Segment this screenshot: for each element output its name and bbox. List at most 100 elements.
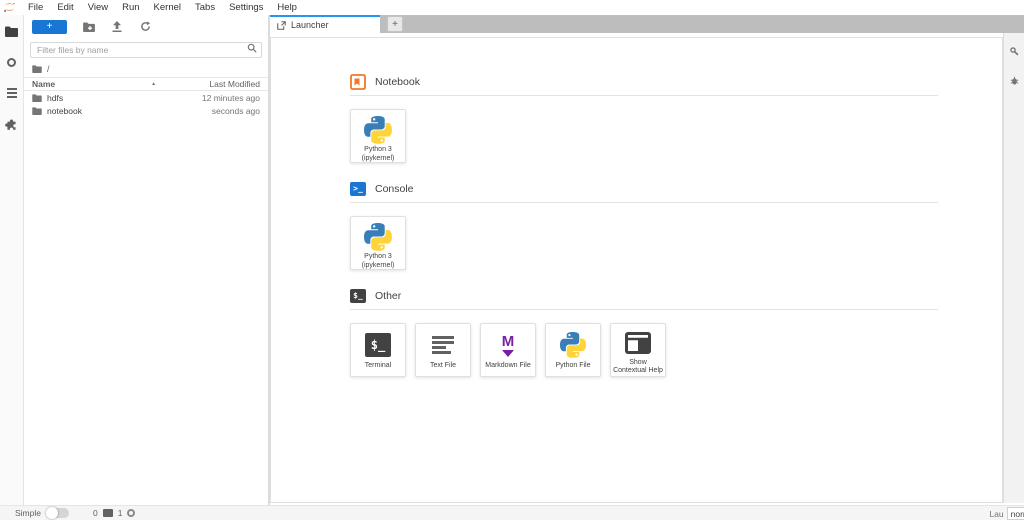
file-name: hdfs — [47, 93, 63, 103]
launcher-card-markdown-file[interactable]: M Markdown File — [480, 323, 536, 377]
card-label: Python 3 (ipykernel) — [351, 146, 405, 164]
filter-files-input[interactable] — [30, 42, 262, 58]
python-icon — [364, 116, 392, 144]
filter-files-container — [30, 40, 262, 58]
new-tab-button[interactable]: + — [387, 16, 403, 32]
launcher-card-console-python3[interactable]: Python 3 (ipykernel) — [350, 216, 406, 270]
main-dock-panel: Launcher + — [268, 15, 1024, 505]
file-name: notebook — [47, 106, 82, 116]
breadcrumb: / — [24, 60, 268, 77]
card-label: Terminal — [363, 362, 393, 371]
toc-icon — [7, 88, 17, 97]
status-bar-right: Lau norm — [989, 506, 1024, 520]
menu-bar: File Edit View Run Kernel Tabs Settings … — [0, 0, 1024, 15]
property-inspector-icon[interactable] — [1010, 47, 1019, 56]
sort-ascending-icon: ▲ — [151, 81, 156, 87]
launcher-icon — [277, 21, 286, 30]
file-browser-tab[interactable] — [5, 24, 19, 38]
terminals-count: 0 — [93, 508, 98, 518]
section-title: Notebook — [375, 76, 420, 88]
new-launcher-button[interactable]: + — [32, 20, 67, 34]
file-list-header: Name ▲ Last Modified — [24, 77, 268, 91]
folder-icon — [32, 107, 42, 115]
column-header-last-modified[interactable]: Last Modified — [209, 79, 260, 89]
kernel-status-icon — [127, 509, 135, 517]
folder-icon — [32, 94, 42, 102]
text-file-icon — [432, 336, 454, 354]
menu-help[interactable]: Help — [270, 0, 304, 15]
contextual-help-icon — [625, 332, 651, 354]
status-bar: Simple 0 1 Lau norm — [0, 505, 1024, 520]
menu-view[interactable]: View — [81, 0, 115, 15]
extension-manager-tab[interactable] — [5, 117, 19, 131]
simple-mode-toggle[interactable] — [47, 508, 69, 518]
breadcrumb-root[interactable]: / — [47, 64, 50, 74]
notebook-icon — [350, 74, 366, 90]
puzzle-icon — [5, 118, 18, 131]
card-label: Python 3 (ipykernel) — [351, 253, 405, 271]
launcher-panel: Notebook Python 3 (ipykernel) — [270, 37, 1003, 503]
launcher-section-notebook: Notebook Python 3 (ipykernel) — [350, 73, 938, 163]
upload-icon — [112, 21, 122, 32]
launcher-card-terminal[interactable]: $_ Terminal — [350, 323, 406, 377]
file-browser-toolbar: + — [24, 15, 268, 38]
column-header-name[interactable]: Name — [32, 79, 55, 89]
terminal-icon: $_ — [350, 289, 366, 303]
refresh-button[interactable] — [139, 21, 151, 33]
file-modified: seconds ago — [212, 106, 260, 116]
file-browser-panel: + — [24, 15, 268, 505]
menu-file[interactable]: File — [21, 0, 50, 15]
python-icon — [364, 223, 392, 251]
dock-tab-bar: Launcher + — [270, 15, 1024, 33]
launcher-section-other: $_ Other $_ Terminal — [350, 287, 938, 377]
card-label: Text File — [428, 362, 458, 371]
menu-settings[interactable]: Settings — [222, 0, 270, 15]
launcher-card-show-contextual-help[interactable]: Show Contextual Help — [610, 323, 666, 377]
section-divider — [350, 95, 938, 96]
card-label: Markdown File — [483, 362, 533, 371]
terminal-status-icon — [103, 509, 113, 517]
launcher-section-console: >_ Console Python 3 (ipykernel) — [350, 180, 938, 270]
status-right-text: Lau — [989, 509, 1003, 519]
launcher-card-python-file[interactable]: Python File — [545, 323, 601, 377]
card-label: Python File — [553, 362, 592, 371]
tab-launcher[interactable]: Launcher — [270, 15, 380, 33]
console-icon: >_ — [350, 182, 366, 196]
home-folder-icon[interactable] — [32, 65, 42, 73]
running-sessions-tab[interactable] — [5, 55, 19, 69]
upload-button[interactable] — [111, 21, 123, 33]
section-divider — [350, 202, 938, 203]
status-right-overflow-text: norm — [1007, 507, 1024, 520]
python-icon — [560, 332, 586, 358]
file-row-hdfs[interactable]: hdfs 12 minutes ago — [24, 91, 268, 104]
running-circle-icon — [7, 58, 16, 67]
section-divider — [350, 309, 938, 310]
terminal-icon: $_ — [365, 333, 391, 357]
search-icon — [247, 43, 257, 53]
menu-kernel[interactable]: Kernel — [147, 0, 188, 15]
left-activity-bar — [0, 15, 24, 505]
toggle-knob — [46, 507, 58, 519]
markdown-icon: M — [502, 334, 515, 357]
kernels-count: 1 — [118, 508, 123, 518]
new-folder-icon — [83, 22, 95, 32]
right-sidebar-strip — [1003, 33, 1024, 503]
refresh-icon — [140, 21, 151, 32]
kernels-terminals-indicator[interactable]: 0 1 — [93, 508, 135, 518]
file-row-notebook[interactable]: notebook seconds ago — [24, 104, 268, 117]
simple-mode-label: Simple — [15, 508, 41, 518]
tab-label: Launcher — [291, 20, 329, 30]
menu-run[interactable]: Run — [115, 0, 146, 15]
table-of-contents-tab[interactable] — [5, 86, 19, 100]
jupyter-logo-icon — [3, 2, 16, 13]
menu-edit[interactable]: Edit — [50, 0, 80, 15]
launcher-card-notebook-python3[interactable]: Python 3 (ipykernel) — [350, 109, 406, 163]
file-modified: 12 minutes ago — [202, 93, 260, 103]
section-title: Other — [375, 290, 401, 302]
launcher-card-text-file[interactable]: Text File — [415, 323, 471, 377]
debugger-bug-icon[interactable] — [1010, 76, 1019, 86]
jupyterlab-app: File Edit View Run Kernel Tabs Settings … — [0, 0, 1024, 520]
new-folder-button[interactable] — [83, 21, 95, 33]
card-label: Show Contextual Help — [611, 359, 665, 377]
menu-tabs[interactable]: Tabs — [188, 0, 222, 15]
